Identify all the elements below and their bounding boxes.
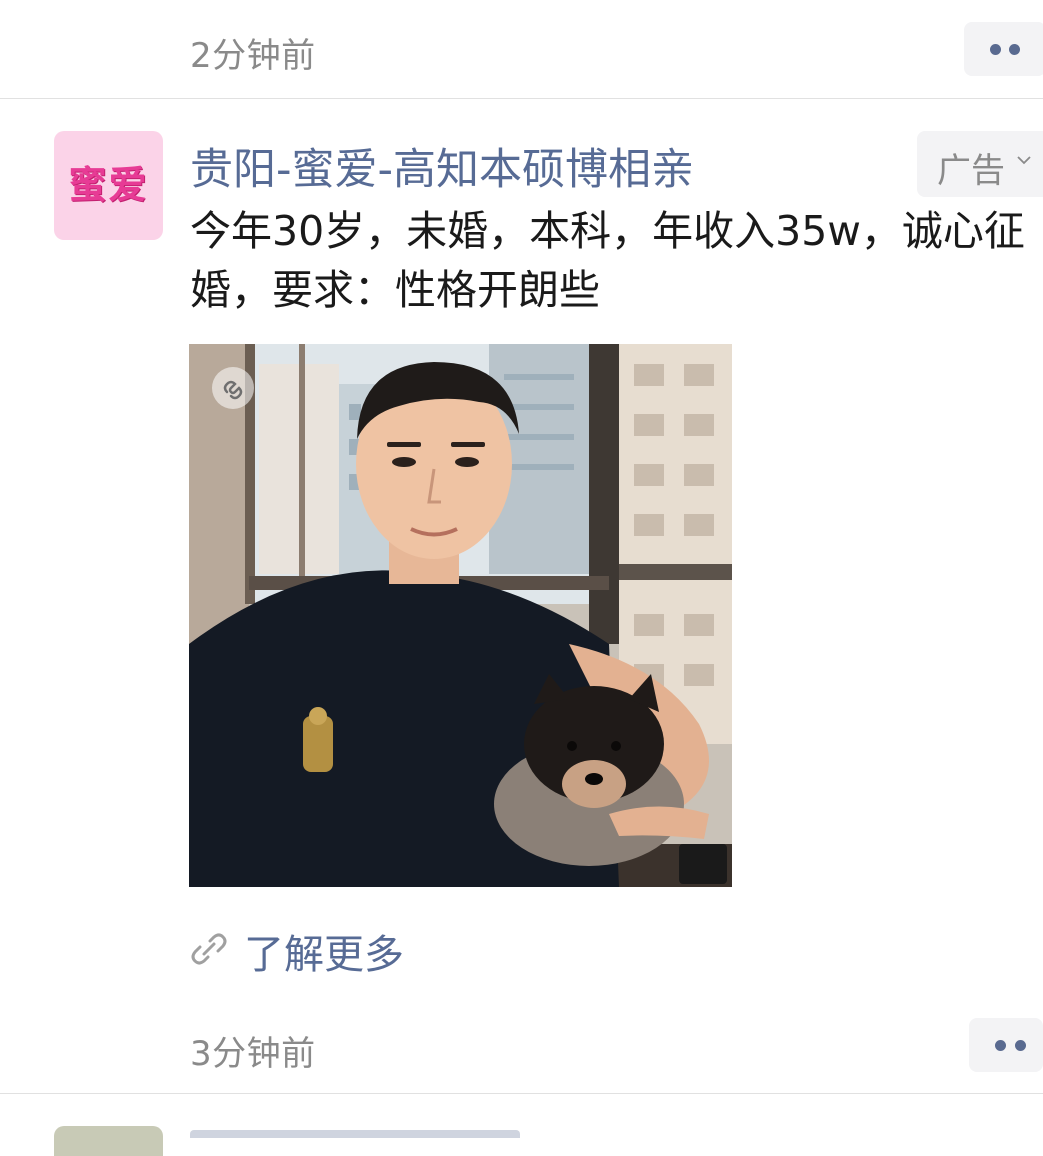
link-chain-icon bbox=[191, 933, 227, 965]
avatar-logo-text: 蜜爱 bbox=[68, 163, 149, 207]
ad-label-button[interactable]: 广告 bbox=[917, 131, 1043, 197]
learn-more-label: 了解更多 bbox=[244, 932, 404, 978]
ad-label-text: 广告 bbox=[937, 151, 1005, 191]
more-options-button[interactable] bbox=[964, 22, 1043, 76]
more-dots-icon bbox=[1015, 1040, 1026, 1051]
ad-post-footer: 3分钟前 bbox=[0, 1010, 1043, 1094]
more-options-button[interactable] bbox=[969, 1018, 1043, 1072]
next-post-author-peek bbox=[190, 1130, 520, 1138]
more-dots-icon bbox=[990, 44, 1001, 55]
post-text: 今年30岁，未婚，本科，年收入35w，诚心征婚，要求：性格开朗些 bbox=[190, 207, 1025, 314]
mini-program-icon bbox=[212, 367, 254, 409]
post-divider bbox=[0, 1093, 1043, 1094]
post-image[interactable] bbox=[189, 344, 732, 887]
post-timestamp: 2分钟前 bbox=[190, 36, 316, 76]
more-dots-icon bbox=[1009, 44, 1020, 55]
next-post-avatar[interactable] bbox=[54, 1126, 163, 1156]
advertiser-avatar[interactable]: 蜜爱 bbox=[54, 131, 163, 240]
previous-post-footer: 2分钟前 bbox=[0, 0, 1043, 98]
advertiser-name[interactable]: 贵阳-蜜爱-高知本硕博相亲 bbox=[190, 135, 694, 197]
post-image-illustration bbox=[189, 344, 732, 887]
chevron-down-icon bbox=[1017, 156, 1031, 165]
more-dots-icon bbox=[995, 1040, 1006, 1051]
post-divider bbox=[0, 98, 1043, 99]
post-timestamp: 3分钟前 bbox=[190, 1034, 316, 1074]
